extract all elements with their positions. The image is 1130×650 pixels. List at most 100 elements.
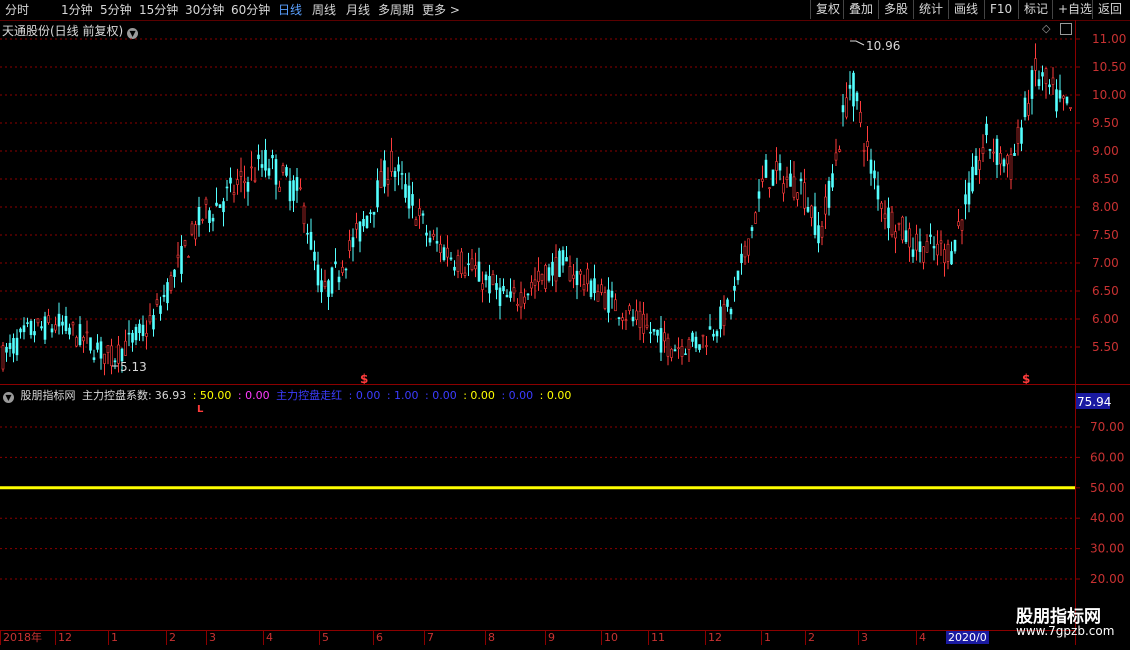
watermark-url: www.7gpzb.com [1016, 624, 1115, 638]
tab-daily[interactable]: 日线 [278, 2, 302, 18]
candle [22, 317, 26, 340]
candle [901, 215, 904, 244]
candle [85, 320, 89, 344]
candle [498, 278, 502, 320]
candle [103, 353, 106, 376]
candle [757, 178, 761, 212]
candle [208, 207, 211, 233]
indicator-tick-label: 20.00 [1090, 572, 1124, 586]
candle [852, 70, 855, 122]
candle [337, 270, 341, 290]
candle [176, 241, 180, 268]
back-button[interactable]: 返回 [1092, 0, 1127, 19]
signal-marker: $ [1022, 372, 1030, 385]
candle [568, 255, 572, 283]
candle [183, 239, 187, 248]
mark-button[interactable]: 标记 [1018, 0, 1053, 19]
candle [1030, 65, 1034, 115]
candle [516, 298, 519, 312]
candle [817, 211, 820, 253]
f10-button[interactable]: F10 [984, 0, 1017, 19]
statistics-button[interactable]: 统计 [913, 0, 948, 19]
high-price-marker: 10.96 [850, 39, 900, 53]
candle [124, 329, 127, 357]
candle [271, 149, 274, 170]
candlestick-chart[interactable]: 11.00 10.50 10.00 9.50 9.00 8.50 8.00 7.50 7.00 6… [0, 20, 1130, 385]
candle [369, 209, 372, 224]
tab-5min[interactable]: 5分钟 [100, 2, 132, 18]
candle [309, 218, 313, 251]
candle [733, 276, 736, 302]
candle [505, 289, 509, 298]
candle [589, 278, 593, 300]
candle [684, 348, 687, 356]
price-tick-label: 10.00 [1092, 88, 1126, 102]
candle [362, 210, 365, 232]
candle [880, 200, 883, 222]
price-tick-label: 6.00 [1092, 312, 1119, 326]
indicator-tick-label: 60.00 [1090, 450, 1124, 464]
adjust-button[interactable]: 复权 [810, 0, 845, 19]
low-price-label: 5.13 [120, 360, 147, 374]
candle [64, 306, 68, 335]
candle [547, 263, 551, 283]
candle [722, 295, 726, 336]
candle [782, 175, 785, 202]
candle [383, 150, 386, 194]
tab-1min[interactable]: 1分钟 [61, 2, 93, 18]
tab-60min[interactable]: 60分钟 [231, 2, 270, 18]
candle [799, 172, 803, 195]
candle [267, 158, 271, 180]
candle [239, 157, 243, 193]
candle [754, 211, 757, 224]
candle [939, 230, 943, 256]
candle [687, 336, 691, 362]
candle [523, 288, 526, 310]
candle [306, 223, 309, 244]
candle [8, 334, 12, 357]
multi-stock-button[interactable]: 多股 [878, 0, 913, 19]
candle [544, 263, 547, 293]
date-tick-label: 1 [761, 631, 771, 645]
candle [1041, 65, 1044, 91]
candle [540, 273, 544, 285]
tab-intraday[interactable]: 分时 [5, 2, 29, 18]
current-value-label: 75.94 [1077, 395, 1111, 409]
candle [666, 333, 670, 366]
candle [845, 82, 848, 120]
candle [915, 224, 918, 261]
candle [533, 267, 537, 299]
candle [509, 278, 512, 302]
tab-more[interactable]: 更多 > [422, 2, 460, 18]
candle [222, 197, 225, 227]
candle [670, 348, 673, 362]
candle [432, 229, 435, 241]
candle [1065, 96, 1069, 106]
tab-weekly[interactable]: 周线 [312, 2, 336, 18]
tab-monthly[interactable]: 月线 [346, 2, 370, 18]
candle [719, 299, 722, 338]
more-label: 更多 [422, 3, 447, 17]
overlay-button[interactable]: 叠加 [843, 0, 878, 19]
candle [519, 281, 523, 319]
candle [705, 336, 708, 356]
indicator-tick-label: 70.00 [1090, 420, 1124, 434]
indicator-chart[interactable]: 70.00 60.00 50.00 40.00 30.00 20.00 L 75.94 [0, 386, 1130, 630]
candle [551, 253, 554, 287]
candle [1002, 157, 1006, 173]
candle [456, 249, 460, 279]
candle [820, 220, 824, 246]
add-watchlist-button[interactable]: +自选 [1052, 0, 1097, 19]
tab-multi-period[interactable]: 多周期 [378, 2, 414, 18]
candle [229, 167, 232, 193]
candle [190, 221, 194, 237]
candle [407, 172, 411, 219]
tab-15min[interactable]: 15分钟 [139, 2, 178, 18]
draw-line-button[interactable]: 画线 [948, 0, 983, 19]
candle [99, 336, 103, 370]
candle [691, 330, 694, 347]
tab-30min[interactable]: 30分钟 [185, 2, 224, 18]
candle [82, 335, 85, 353]
candle [348, 229, 351, 259]
candle [768, 187, 771, 198]
